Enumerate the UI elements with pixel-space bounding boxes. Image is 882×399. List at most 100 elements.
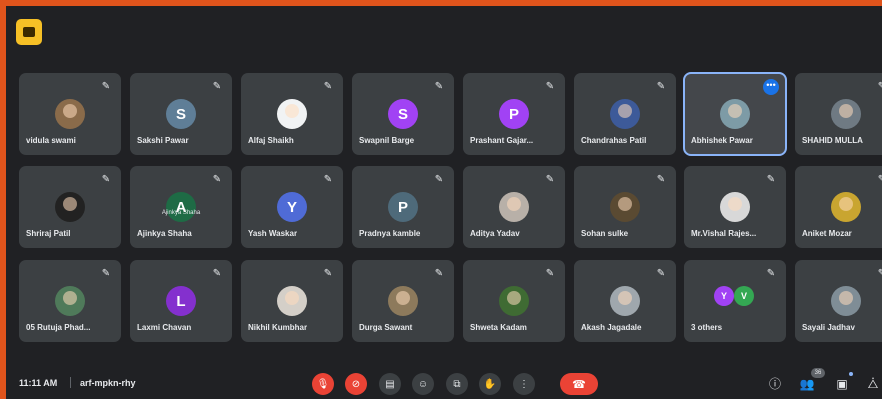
- participant-name: Shweta Kadam: [470, 323, 527, 332]
- participant-name: SHAHID MULLA: [802, 136, 863, 145]
- mic-off-icon: ✎: [877, 174, 882, 185]
- meeting-details-button[interactable]: ⓘ: [766, 375, 784, 393]
- mic-toggle-button[interactable]: 🎙: [312, 373, 334, 395]
- participant-tile[interactable]: ✎ P Prashant Gajar...: [463, 73, 565, 155]
- captions-button[interactable]: ▤: [379, 373, 401, 395]
- avatar: S: [166, 99, 196, 129]
- participant-name: vidula swami: [26, 136, 76, 145]
- participant-tile[interactable]: ✎ Sayali Jadhav: [795, 260, 882, 342]
- participant-tile[interactable]: ✎ Akash Jagadale: [574, 260, 676, 342]
- participant-tile[interactable]: ✎ Alfaj Shaikh: [241, 73, 343, 155]
- participant-name: Yash Waskar: [248, 229, 298, 238]
- mic-off-icon: 🎙: [316, 378, 330, 390]
- avatar: Y: [277, 192, 307, 222]
- raise-hand-button[interactable]: ✋: [479, 373, 501, 395]
- mic-off-icon: ✎: [212, 174, 222, 185]
- participant-tile[interactable]: ✎ P Pradnya kamble: [352, 166, 454, 248]
- mic-off-icon: ✎: [877, 81, 882, 92]
- participant-tile[interactable]: ✎ Y Yash Waskar: [241, 166, 343, 248]
- mic-off-icon: ✎: [656, 268, 666, 279]
- avatar: P: [388, 192, 418, 222]
- mic-off-icon: ✎: [212, 81, 222, 92]
- mic-off-icon: ✎: [323, 81, 333, 92]
- avatar-photo: [55, 192, 85, 222]
- avatar-photo: [831, 99, 861, 129]
- present-button[interactable]: ⧉: [446, 373, 468, 395]
- avatar-photo: [831, 286, 861, 316]
- participant-name: Shriraj Patil: [26, 229, 71, 238]
- avatar-photo: [610, 192, 640, 222]
- participant-tile[interactable]: ✎ L Laxmi Chavan: [130, 260, 232, 342]
- participant-tile[interactable]: ✎ Chandrahas Patil: [574, 73, 676, 155]
- chat-notification-dot: [849, 372, 853, 376]
- participant-tile[interactable]: ✎ SHAHID MULLA: [795, 73, 882, 155]
- participant-name: Aniket Mozar: [802, 229, 852, 238]
- camera-toggle-button[interactable]: ⊘: [345, 373, 367, 395]
- participant-name: Nikhil Kumbhar: [248, 323, 308, 332]
- avatar: V: [734, 286, 754, 306]
- participant-tile[interactable]: ✎ Y V 3 others: [684, 260, 786, 342]
- participant-tile[interactable]: ✎ Shriraj Patil: [19, 166, 121, 248]
- mic-off-icon: ✎: [101, 81, 111, 92]
- participant-name: Swapnil Barge: [359, 136, 415, 145]
- mic-off-icon: ✎: [545, 174, 555, 185]
- participant-tile[interactable]: ✎ Durga Sawant: [352, 260, 454, 342]
- participant-tile[interactable]: ✎ Sohan sulke: [574, 166, 676, 248]
- mic-off-icon: ✎: [877, 268, 882, 279]
- participant-name: Prashant Gajar...: [470, 136, 534, 145]
- more-vertical-icon: ⋮: [519, 378, 529, 390]
- mic-off-icon: ✎: [656, 174, 666, 185]
- avatar-photo: [55, 286, 85, 316]
- avatar: L: [166, 286, 196, 316]
- people-icon: 👥: [799, 377, 815, 391]
- activities-button[interactable]: ⧊: [864, 375, 882, 393]
- avatar-photo: [277, 99, 307, 129]
- participant-count-badge: 36: [811, 368, 825, 378]
- participant-name: Durga Sawant: [359, 323, 413, 332]
- emoji-icon: ☺: [417, 378, 429, 390]
- avatar-photo: [720, 192, 750, 222]
- meeting-time: 11:11 AM: [19, 378, 58, 388]
- camera-off-icon: ⊘: [351, 378, 361, 390]
- mic-off-icon: ✎: [545, 81, 555, 92]
- avatar-photo: [277, 286, 307, 316]
- participant-name: Aditya Yadav: [470, 229, 520, 238]
- bottom-bar: 11:11 AM arf-mpkn-rhy 🎙 ⊘ ▤ ☺ ⧉ ✋ ⋮ ☎ ⓘ 👥 ▣ ⧊ 36: [6, 366, 882, 399]
- present-screen-icon: ⧉: [453, 378, 461, 390]
- participant-tile[interactable]: ✎ A Ajinkya Shaha Ajinkya Shaha: [130, 166, 232, 248]
- participant-tile[interactable]: ✎ 05 Rutuja Phad...: [19, 260, 121, 342]
- participant-tile[interactable]: ✎ Shweta Kadam: [463, 260, 565, 342]
- avatar-photo: [831, 192, 861, 222]
- chat-button[interactable]: ▣: [833, 375, 851, 393]
- participant-tile[interactable]: ✎ Aditya Yadav: [463, 166, 565, 248]
- participant-name: 3 others: [691, 323, 723, 332]
- others-avatars: YV: [712, 286, 758, 308]
- raise-hand-icon: ✋: [483, 378, 497, 390]
- participant-tile[interactable]: ✎ Mr.Vishal Rajes...: [684, 166, 786, 248]
- avatar-photo: [499, 192, 529, 222]
- participant-tile[interactable]: ✎ Aniket Mozar: [795, 166, 882, 248]
- avatar: P: [499, 99, 529, 129]
- participant-name: Abhishek Pawar: [691, 136, 753, 145]
- participant-name: Sohan sulke: [581, 229, 629, 238]
- avatar-photo: [55, 99, 85, 129]
- divider: [70, 377, 71, 388]
- mic-off-icon: ✎: [434, 174, 444, 185]
- mic-off-icon: ✎: [656, 81, 666, 92]
- end-call-icon: ☎: [572, 378, 586, 391]
- participant-name: Sayali Jadhav: [802, 323, 855, 332]
- more-horizontal-icon[interactable]: •••: [763, 79, 779, 95]
- participant-tile[interactable]: ✎ vidula swami: [19, 73, 121, 155]
- meeting-code: arf-mpkn-rhy: [80, 378, 136, 388]
- participant-tile[interactable]: ✎ S Sakshi Pawar: [130, 73, 232, 155]
- mic-off-icon: ✎: [212, 268, 222, 279]
- mic-off-icon: ✎: [766, 174, 776, 185]
- participant-name: 05 Rutuja Phad...: [26, 323, 91, 332]
- participant-tile[interactable]: ✎ S Swapnil Barge: [352, 73, 454, 155]
- more-options-button[interactable]: ⋮: [513, 373, 535, 395]
- end-call-button[interactable]: ☎: [560, 373, 598, 395]
- emoji-button[interactable]: ☺: [412, 373, 434, 395]
- participant-tile[interactable]: ••• Abhishek Pawar: [683, 72, 787, 156]
- participant-tile[interactable]: ✎ Nikhil Kumbhar: [241, 260, 343, 342]
- mic-off-icon: ✎: [545, 268, 555, 279]
